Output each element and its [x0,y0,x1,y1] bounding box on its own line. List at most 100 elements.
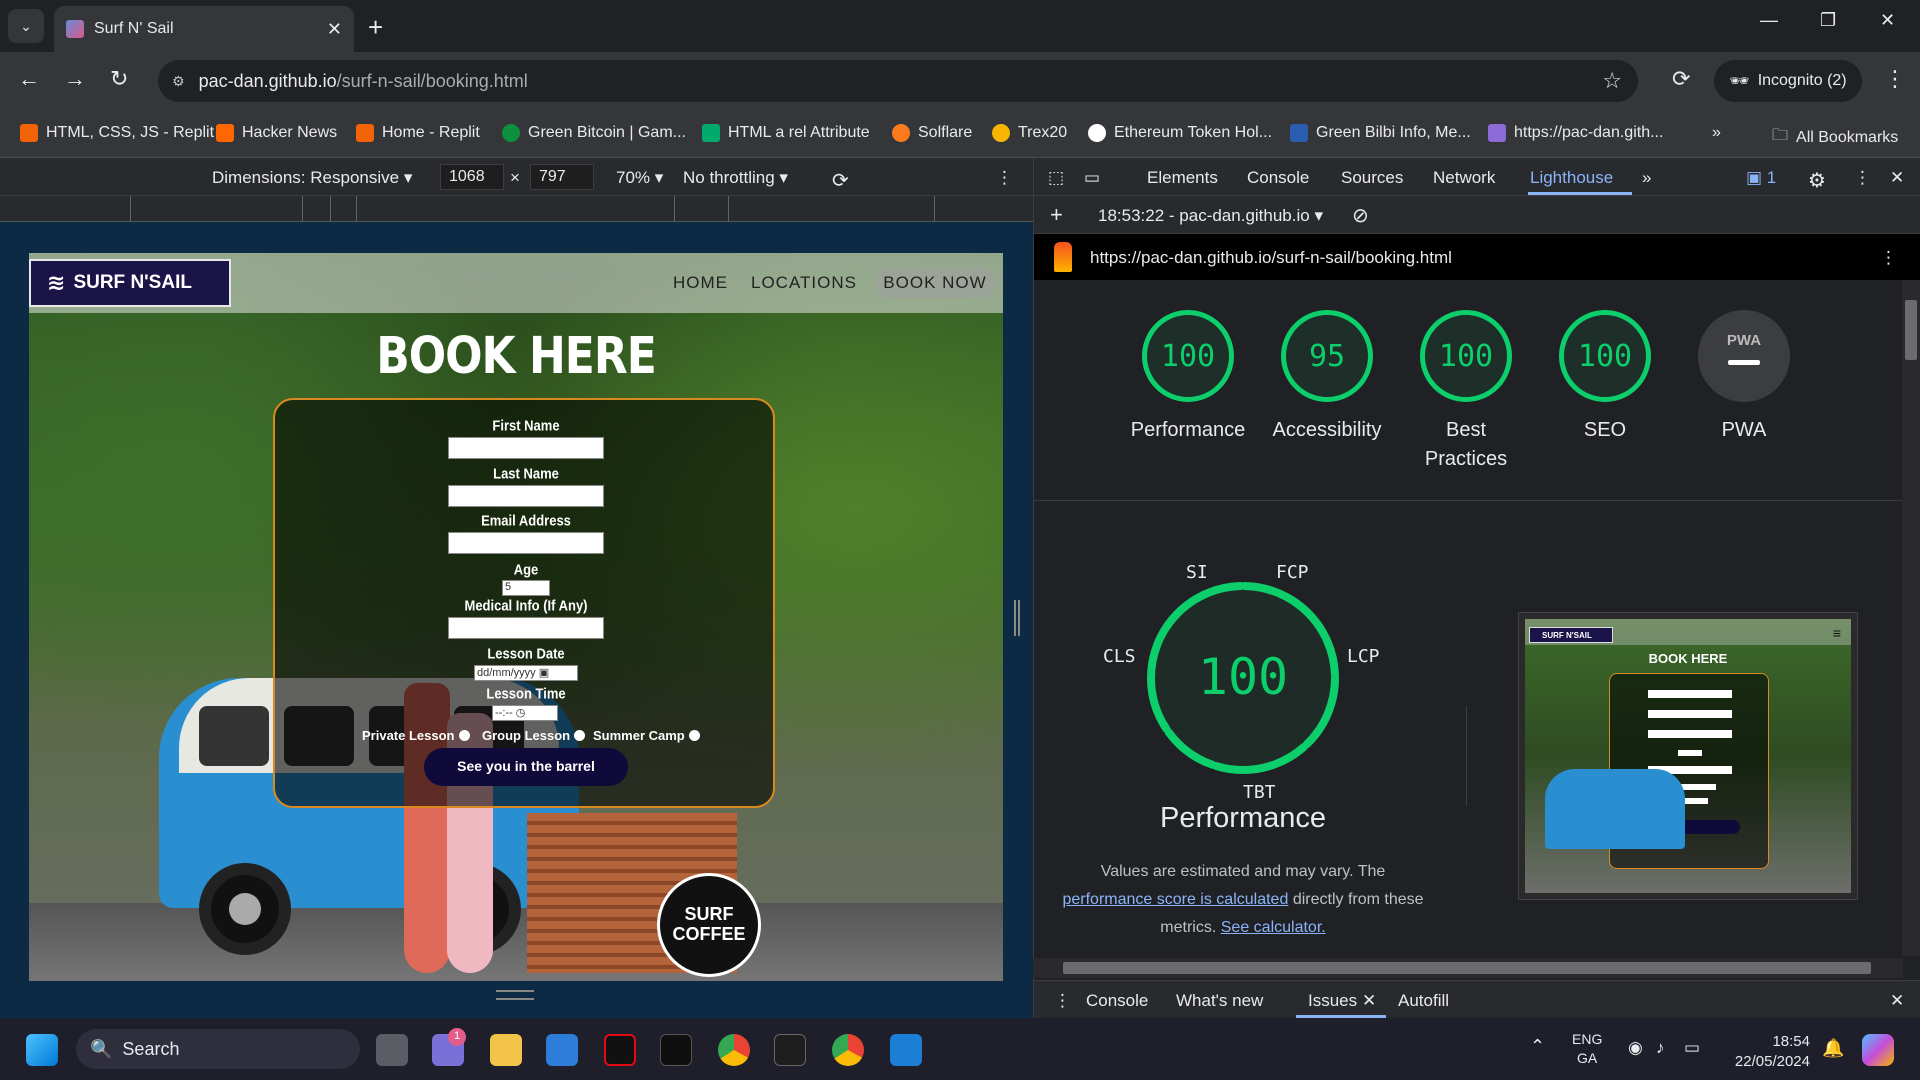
close-issues-icon[interactable]: ✕ [1362,991,1376,1011]
nav-home[interactable]: HOME [673,273,728,293]
tab-sources[interactable]: Sources [1341,168,1403,188]
radio-group-lesson[interactable]: Group Lesson [482,728,586,743]
radio-private-lesson[interactable]: Private Lesson [362,728,470,743]
nav-locations[interactable]: LOCATIONS [751,273,857,293]
clock[interactable]: 18:54 22/05/2024 [1730,1032,1810,1072]
site-info-icon[interactable]: ⚙ [172,73,185,90]
medical-input[interactable] [448,617,604,639]
bookmark-item[interactable]: https://pac-dan.gith... [1488,124,1663,142]
minimize-icon[interactable]: — [1760,10,1778,31]
volume-icon[interactable]: ♪ [1656,1038,1665,1058]
viewport-height-input[interactable]: 797 [530,164,594,190]
device-more-icon[interactable]: ⋮ [996,168,1013,188]
viewport-width-input[interactable]: 1068 [440,164,504,190]
windows-start-icon[interactable] [26,1034,58,1066]
score-pwa[interactable]: PWA PWA [1674,310,1814,445]
lesson-date-input[interactable]: dd/mm/yyyy ▣ [474,665,578,681]
issues-badge[interactable]: ▣ 1 [1746,168,1776,188]
final-screenshot-thumbnail[interactable]: SURF N'SAIL ≡ BOOK HERE [1518,612,1858,900]
address-bar[interactable]: ⚙ pac-dan.github.io/surf-n-sail/booking.… [158,60,1638,102]
radio-button[interactable] [688,730,700,741]
drawer-tab-autofill[interactable]: Autofill [1398,991,1449,1011]
more-bookmarks-icon[interactable]: » [1712,124,1721,142]
bookmark-item[interactable]: Trex20 [992,124,1067,142]
tab-network[interactable]: Network [1433,168,1495,188]
close-tab-icon[interactable]: ✕ [327,19,342,40]
rotate-icon[interactable]: ⟳ [832,168,849,193]
nav-book-now[interactable]: BOOK NOW [875,268,995,298]
browser-tab[interactable]: Surf N' Sail ✕ [54,6,354,52]
bookmark-item[interactable]: Ethereum Token Hol... [1088,124,1272,142]
viewport-side-resize-handle[interactable] [1014,600,1020,636]
close-window-icon[interactable]: ✕ [1880,10,1895,31]
report-select[interactable]: 18:53:22 - pac-dan.github.io ▾ [1098,206,1323,226]
new-report-icon[interactable]: + [1050,202,1063,228]
all-bookmarks[interactable]: 🗀 All Bookmarks [1772,124,1898,151]
site-logo[interactable]: ≋ SURF N'SAIL [29,259,231,307]
chrome-icon[interactable] [718,1034,750,1066]
task-view-icon[interactable] [376,1034,408,1066]
taskbar-search[interactable]: 🔍 Search [76,1029,360,1069]
incognito-button[interactable]: 🕶 Incognito (2) [1714,60,1862,102]
email-input[interactable] [448,532,604,554]
radio-summer-camp[interactable]: Summer Camp [593,728,700,743]
media-query-ruler[interactable] [0,196,1033,222]
score-performance[interactable]: 100 Performance [1118,310,1258,445]
netflix-icon[interactable] [604,1034,636,1066]
tab-lighthouse[interactable]: Lighthouse [1530,168,1613,188]
new-tab-button[interactable]: + [368,12,383,43]
settings-gear-icon[interactable]: ⚙ [1808,168,1826,193]
file-explorer-icon[interactable] [490,1034,522,1066]
back-icon[interactable]: ← [18,66,40,92]
close-devtools-icon[interactable]: ✕ [1890,168,1904,188]
bookmark-star-icon[interactable]: ☆ [1602,68,1622,94]
last-name-input[interactable] [448,485,604,507]
lesson-time-input[interactable]: --:-- ◷ [492,705,558,721]
radio-button[interactable] [458,730,470,741]
mail-icon[interactable] [546,1034,578,1066]
copilot-icon[interactable] [1862,1034,1894,1066]
viewport-resize-handle[interactable] [496,990,534,1000]
more-tabs-icon[interactable]: » [1642,168,1651,188]
outlook-new-icon[interactable] [890,1034,922,1066]
close-drawer-icon[interactable]: ✕ [1890,991,1904,1011]
score-seo[interactable]: 100 SEO [1535,310,1675,445]
devtools-menu-icon[interactable]: ⋮ [1854,168,1871,188]
drawer-tab-console[interactable]: Console [1086,991,1148,1011]
bookmark-item[interactable]: Hacker News [216,124,337,142]
first-name-input[interactable] [448,437,604,459]
inspect-element-icon[interactable]: ⬚ [1048,168,1064,188]
forward-icon[interactable]: → [64,66,86,92]
report-horizontal-scrollbar[interactable] [1033,958,1903,978]
score-best-practices[interactable]: 100 Best Practices [1396,310,1536,474]
bookmark-item[interactable]: Solflare [892,124,972,142]
bookmark-item[interactable]: Green Bitcoin | Gam... [502,124,686,142]
show-hidden-icons[interactable]: ⌃ [1530,1036,1545,1057]
see-calculator-link[interactable]: See calculator. [1221,919,1326,936]
score-accessibility[interactable]: 95 Accessibility [1257,310,1397,445]
tab-search-button[interactable]: ⌄ [8,9,44,43]
bookmark-item[interactable]: HTML, CSS, JS - Replit [20,124,214,142]
throttle-select[interactable]: No throttling ▾ [683,168,788,188]
browser-menu-icon[interactable]: ⋮ [1884,66,1906,92]
reload-icon[interactable]: ↻ [110,66,128,92]
extensions-icon[interactable]: ⟳ [1672,66,1690,92]
submit-button[interactable]: See you in the barrel [424,748,628,786]
clear-icon[interactable]: ⊘ [1352,203,1369,228]
bookmark-item[interactable]: HTML a rel Attribute [702,124,870,142]
radio-button[interactable] [574,730,586,741]
tab-console[interactable]: Console [1247,168,1309,188]
drawer-menu-icon[interactable]: ⋮ [1054,991,1071,1011]
device-toggle-icon[interactable]: ▭ [1084,168,1100,188]
terminal-icon[interactable] [774,1034,806,1066]
drawer-tab-whats-new[interactable]: What's new [1176,991,1263,1011]
age-input[interactable]: 5 [502,580,550,596]
report-menu-icon[interactable]: ⋮ [1880,248,1897,268]
bookmark-item[interactable]: Green Bilbi Info, Me... [1290,124,1471,142]
restore-icon[interactable]: ❐ [1820,10,1836,31]
bookmark-item[interactable]: Home - Replit [356,124,480,142]
notification-bell-icon[interactable]: 🔔 [1822,1038,1844,1059]
score-calculated-link[interactable]: performance score is calculated [1062,891,1288,908]
wifi-icon[interactable]: ◉ [1628,1038,1643,1058]
tab-elements[interactable]: Elements [1147,168,1218,188]
